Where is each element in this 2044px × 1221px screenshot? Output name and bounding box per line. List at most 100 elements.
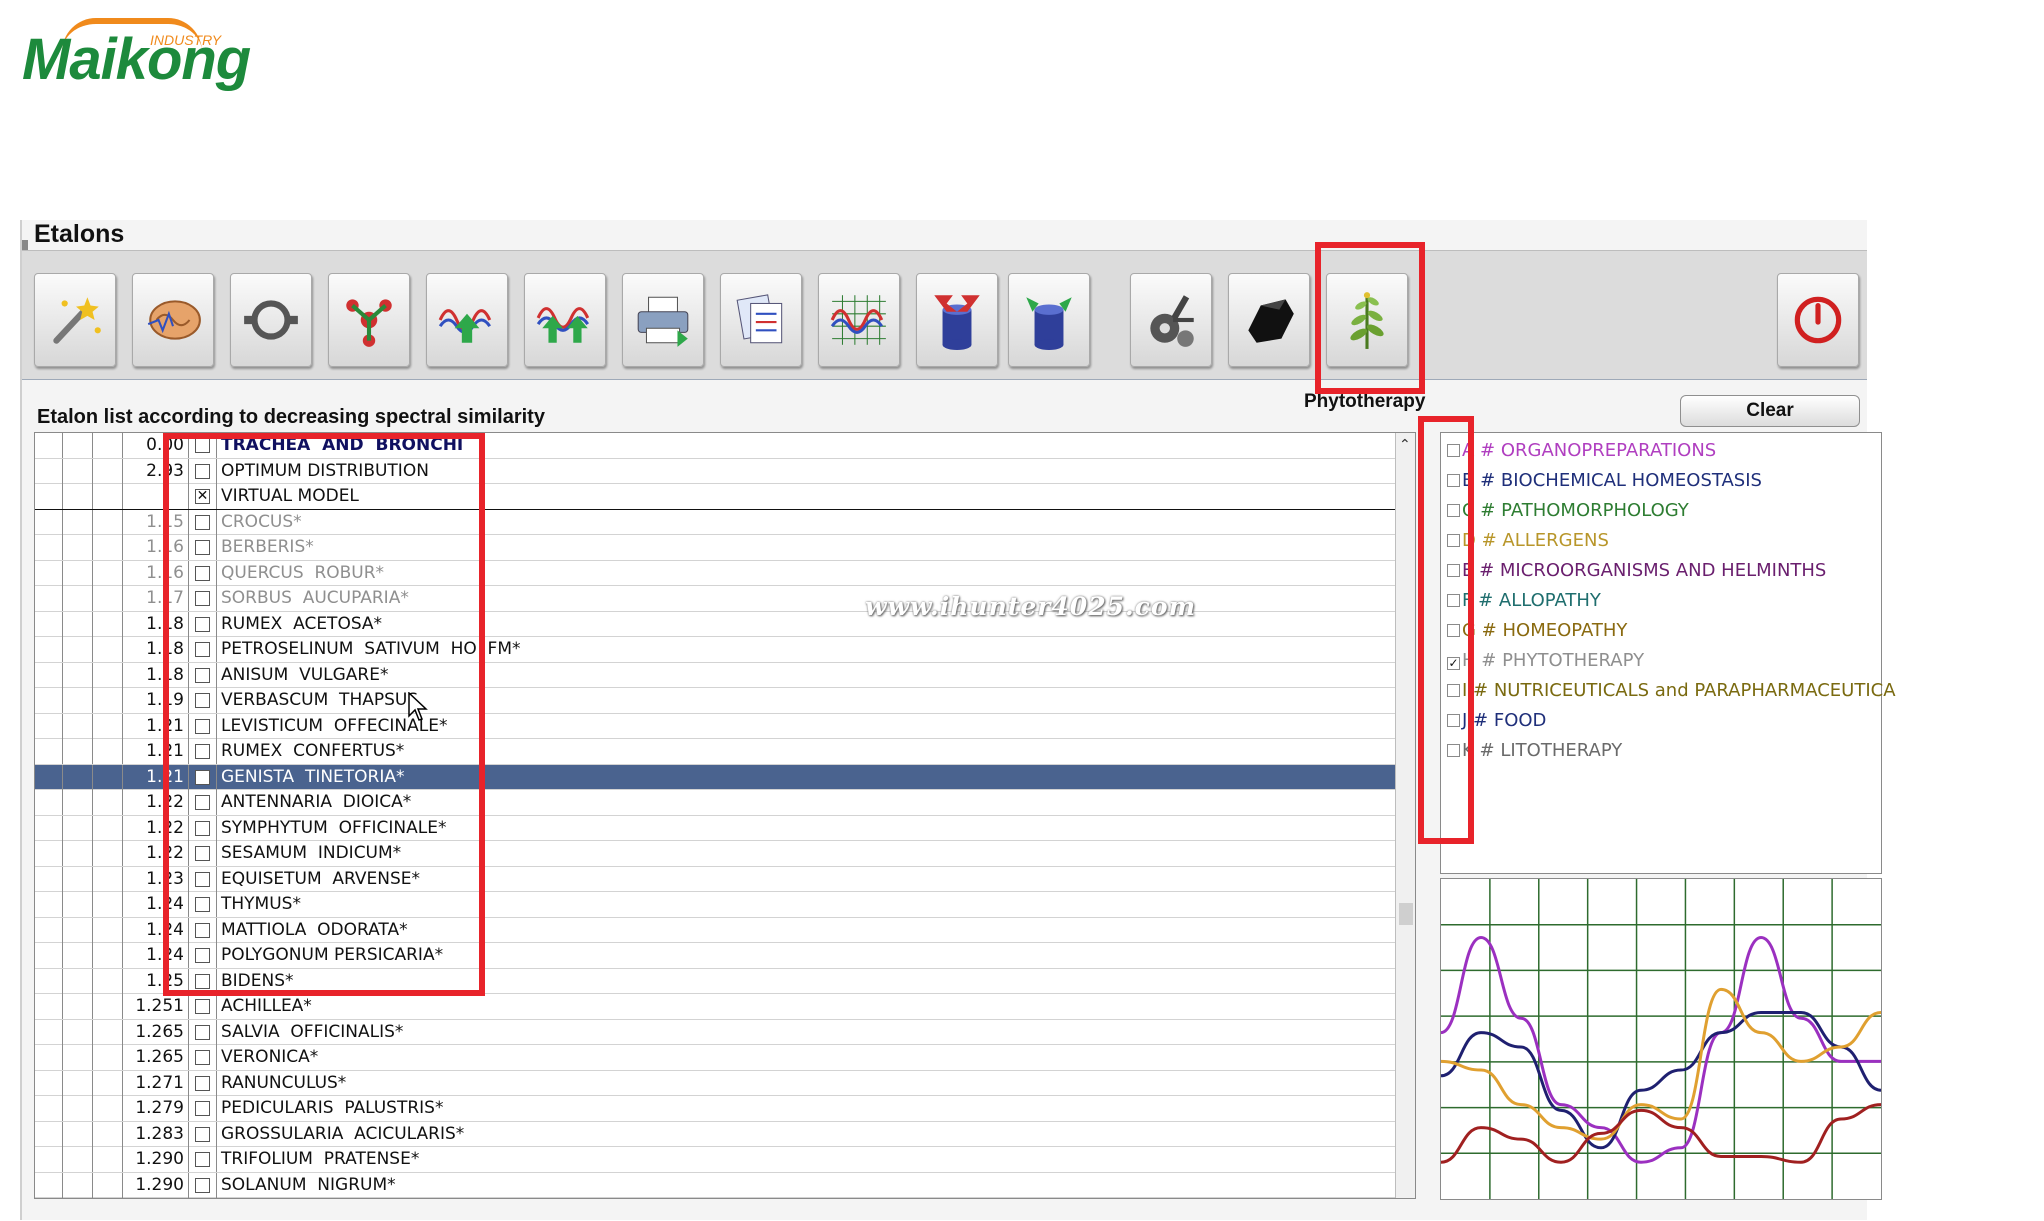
category-label: LITOTHERAPY (1500, 740, 1623, 761)
row-checkbox[interactable] (195, 1101, 210, 1116)
cylinder-out-button[interactable] (1008, 273, 1090, 367)
row-marker-cell (63, 790, 93, 815)
category-separator: # (1475, 650, 1503, 671)
magic-wand-button[interactable] (34, 273, 116, 367)
row-marker-cell (63, 662, 93, 688)
row-marker-cell (93, 713, 123, 739)
row-checkbox[interactable] (195, 1050, 210, 1065)
row-marker-cell (35, 713, 63, 739)
row-marker-cell (93, 560, 123, 586)
category-separator: # (1474, 500, 1502, 521)
row-marker-cell (35, 1096, 63, 1121)
category-item-b[interactable]: B # BIOCHEMICAL HOMEOSTASIS (1447, 467, 1762, 495)
category-separator: # (1475, 620, 1503, 641)
table-row[interactable]: 1.251 ACHILLEA* (35, 994, 1395, 1020)
similarity-value: 1.279 (123, 1096, 189, 1121)
highlight-checkbox-column (163, 433, 485, 996)
row-marker-cell (93, 1121, 123, 1147)
black-stone-button[interactable] (1228, 273, 1310, 367)
row-marker-cell (63, 1121, 93, 1147)
row-marker-cell (63, 637, 93, 662)
row-marker-cell (35, 560, 63, 586)
row-marker-cell (93, 968, 123, 994)
etalon-name: TRIFOLIUM PRATENSE* (221, 1149, 420, 1169)
scroll-thumb[interactable] (1399, 903, 1413, 925)
row-marker-cell (35, 1019, 63, 1045)
black-stone-icon (1248, 299, 1294, 343)
row-marker-cell (63, 586, 93, 611)
brain-button[interactable] (132, 273, 214, 367)
molecule-button[interactable] (328, 273, 410, 367)
category-panel: A # ORGANOPREPARATIONS B # BIOCHEMICAL HO… (1440, 432, 1896, 874)
category-label: MICROORGANISMS AND HELMINTHS (1499, 560, 1827, 581)
table-row[interactable]: 1.265 SALVIA OFFICINALIS* (35, 1019, 1395, 1045)
category-item-c[interactable]: C # PATHOMORPHOLOGY (1447, 497, 1689, 525)
row-marker-cell (93, 1172, 123, 1198)
row-marker-cell (35, 688, 63, 713)
table-scrollbar[interactable]: ⌃ (1395, 433, 1415, 1198)
row-marker-cell (63, 1019, 93, 1045)
print-button[interactable] (622, 273, 704, 367)
row-checkbox[interactable] (195, 1075, 210, 1091)
spectrum-series-line-1 (1440, 1010, 1882, 1150)
documents-icon (736, 294, 783, 344)
row-marker-cell (63, 535, 93, 560)
category-label: ALLOPATHY (1498, 590, 1601, 611)
table-row[interactable]: 1.271 RANUNCULUS* (35, 1070, 1395, 1096)
row-marker-cell (93, 943, 123, 968)
cylinder-in-icon (934, 295, 980, 350)
row-marker-cell (63, 458, 93, 484)
row-checkbox[interactable] (195, 1126, 210, 1142)
power-button[interactable] (1777, 273, 1859, 367)
category-label: PATHOMORPHOLOGY (1501, 500, 1689, 521)
etalon-name: RANUNCULUS* (221, 1072, 347, 1093)
row-marker-cell (63, 611, 93, 637)
row-marker-cell (93, 994, 123, 1019)
category-label: ORGANOPREPARATIONS (1500, 440, 1717, 461)
row-marker-cell (35, 739, 63, 764)
molecule-icon (346, 299, 392, 347)
table-row[interactable]: 1.290 TRIFOLIUM PRATENSE* (35, 1147, 1395, 1173)
wave-up-button[interactable] (426, 273, 508, 367)
category-item-e[interactable]: E # MICROORGANISMS AND HELMINTHS (1447, 557, 1826, 585)
scroll-up-icon[interactable]: ⌃ (1399, 437, 1411, 453)
row-marker-cell (63, 1147, 93, 1172)
table-row[interactable]: 1.290 SOLANUM NIGRUM* (35, 1172, 1395, 1198)
wave-double-arrow-icon (536, 307, 590, 343)
row-marker-cell (93, 662, 123, 688)
row-marker-cell (63, 815, 93, 841)
spectrum-series-line-2 (1440, 987, 1882, 1141)
row-marker-cell (93, 892, 123, 917)
row-marker-cell (93, 535, 123, 560)
table-row[interactable]: 1.279 PEDICULARIS PALUSTRIS* (35, 1096, 1395, 1122)
spectrum-grid-button[interactable] (818, 273, 900, 367)
documents-button[interactable] (720, 273, 802, 367)
similarity-value: 1.290 (123, 1147, 189, 1172)
category-item-a[interactable]: A # ORGANOPREPARATIONS (1447, 437, 1716, 465)
table-row[interactable]: 1.283 GROSSULARIA ACICULARIS* (35, 1121, 1395, 1147)
cylinder-in-button[interactable] (916, 273, 998, 367)
category-item-g[interactable]: G # HOMEOPATHY (1447, 617, 1627, 645)
row-marker-cell (63, 943, 93, 968)
category-item-h[interactable]: ✓ H # PHYTOTHERAPY (1447, 647, 1644, 675)
maikong-logo: Maikong INDUSTRY (22, 18, 262, 92)
clear-button[interactable]: Clear (1680, 395, 1860, 427)
mouse-cursor-icon (408, 692, 428, 721)
row-checkbox[interactable] (195, 999, 210, 1014)
circuit-loop-button[interactable] (230, 273, 312, 367)
row-checkbox[interactable] (195, 1177, 210, 1193)
row-marker-cell (93, 739, 123, 764)
wave-double-button[interactable] (524, 273, 606, 367)
row-marker-cell (35, 892, 63, 917)
category-label: FOOD (1493, 710, 1547, 731)
gears-microscope-button[interactable] (1130, 273, 1212, 367)
row-marker-cell (93, 1070, 123, 1096)
table-row[interactable]: 1.265 VERONICA* (35, 1045, 1395, 1071)
row-checkbox[interactable] (195, 1024, 210, 1040)
row-marker-cell (93, 1096, 123, 1121)
category-item-i[interactable]: I # NUTRICEUTICALS and PARAPHARMACEUTICA (1447, 677, 1896, 705)
row-marker-cell (93, 458, 123, 484)
category-separator: # (1472, 590, 1499, 611)
row-checkbox[interactable] (195, 1152, 210, 1167)
row-marker-cell (63, 433, 93, 458)
